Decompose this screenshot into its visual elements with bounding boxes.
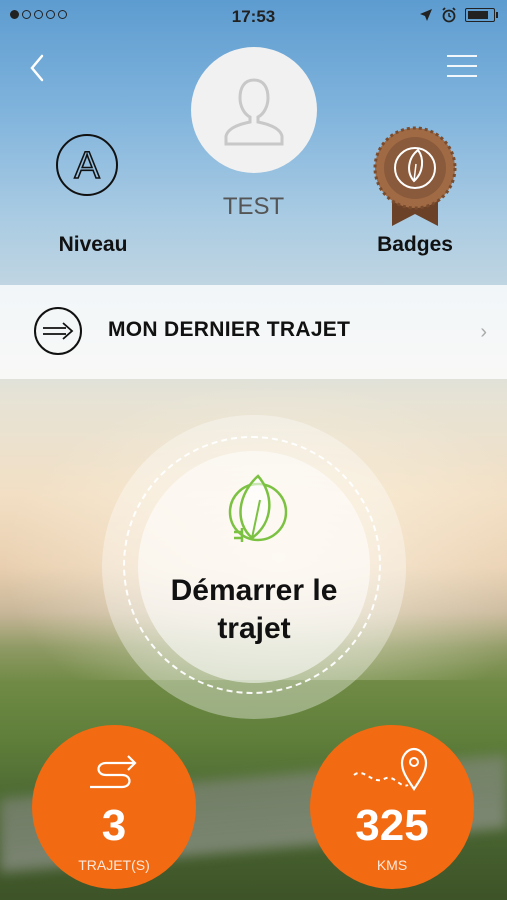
last-trip-label: MON DERNIER TRAJET	[108, 318, 351, 341]
start-trip-label-line1: Démarrer le	[170, 574, 338, 607]
badge-ribbon-icon[interactable]	[370, 126, 460, 230]
level-a-icon[interactable]: A	[55, 133, 119, 197]
chevron-right-icon: ›	[480, 321, 487, 343]
map-pin-route-icon	[353, 747, 428, 791]
trips-count-value: 3	[101, 801, 127, 850]
trips-count-unit: TRAJET(S)	[78, 857, 150, 873]
distance-unit: KMS	[376, 857, 408, 873]
distance-stat[interactable]: 325 KMS	[310, 725, 474, 889]
alarm-icon	[442, 7, 456, 23]
route-icon	[90, 755, 137, 789]
battery-icon	[465, 8, 498, 22]
location-icon	[420, 9, 432, 21]
avatar[interactable]	[191, 47, 317, 173]
menu-button[interactable]	[447, 55, 477, 79]
niveau-label[interactable]: Niveau	[43, 233, 143, 257]
hamburger-line	[447, 65, 477, 67]
svg-text:A: A	[74, 145, 100, 187]
hamburger-line	[447, 55, 477, 57]
start-trip-label-line2: trajet	[217, 612, 291, 645]
start-trip-label[interactable]: Démarrer le trajet	[128, 572, 380, 648]
eco-leaf-plug-icon	[228, 474, 288, 542]
status-bar: 17:53	[0, 0, 507, 34]
trips-count-stat[interactable]: 3 TRAJET(S)	[32, 725, 196, 889]
badges-label[interactable]: Badges	[360, 233, 470, 257]
back-chevron-icon[interactable]	[22, 48, 54, 88]
distance-value: 325	[355, 801, 429, 850]
arrow-right-circle-icon	[34, 307, 82, 355]
user-silhouette-icon	[224, 78, 284, 146]
last-trip-row[interactable]: MON DERNIER TRAJET ›	[0, 285, 507, 379]
hamburger-line	[447, 75, 477, 77]
